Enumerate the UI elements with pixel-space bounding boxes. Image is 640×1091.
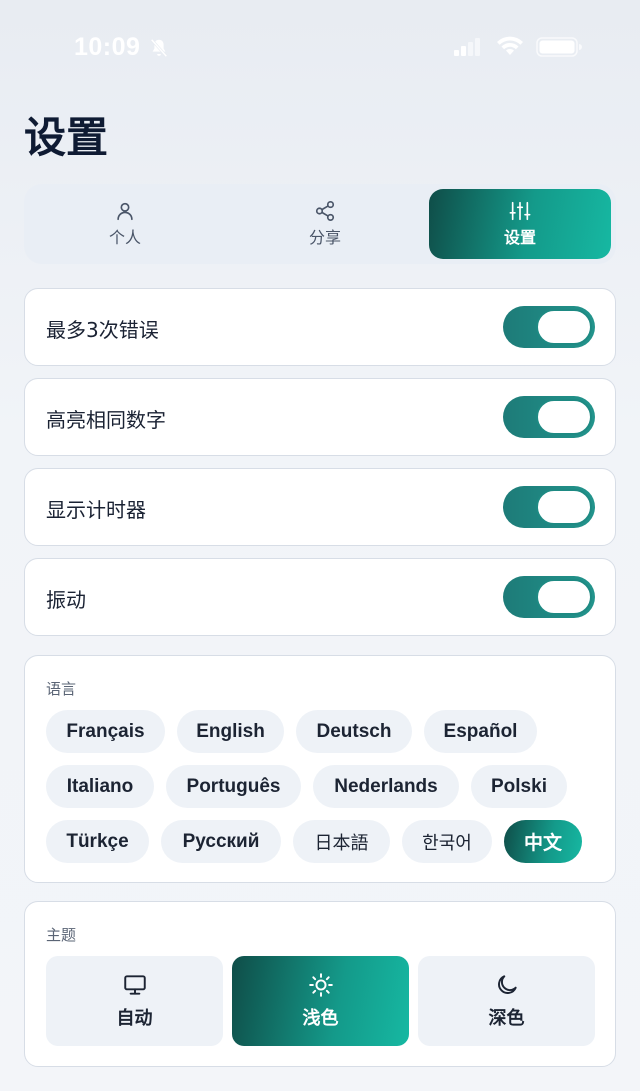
status-time: 10:09 xyxy=(74,33,141,61)
settings-tab-bar: 个人 分享 设置 xyxy=(24,184,616,264)
show-timer-toggle[interactable] xyxy=(503,486,595,528)
language-chip-es[interactable]: Español xyxy=(424,710,537,753)
tab-share[interactable]: 分享 xyxy=(234,189,416,259)
sliders-icon xyxy=(509,201,531,221)
language-chip-it[interactable]: Italiano xyxy=(46,765,154,808)
user-icon xyxy=(117,202,133,221)
theme-label: 深色 xyxy=(488,1008,525,1029)
setting-label: 高亮相同数字 xyxy=(46,408,166,432)
theme-auto-button[interactable]: 自动 xyxy=(46,956,223,1046)
language-chip-tr[interactable]: Türkçe xyxy=(46,820,149,863)
max-mistakes-toggle[interactable] xyxy=(503,306,595,348)
language-chip-pt[interactable]: Português xyxy=(166,765,301,808)
toggle-knob xyxy=(536,489,592,525)
theme-light-button[interactable]: 浅色 xyxy=(232,956,409,1046)
toggle-knob xyxy=(536,579,592,615)
theme-title: 主题 xyxy=(46,926,77,944)
vibration-toggle[interactable] xyxy=(503,576,595,618)
toggle-knob xyxy=(536,309,592,345)
sun-icon xyxy=(308,973,333,997)
status-bar: 10:09 xyxy=(0,0,640,94)
language-card: 语言 Français English Deutsch Español Ital… xyxy=(24,655,616,883)
tab-label: 个人 xyxy=(108,228,141,247)
setting-row-vibration: 振动 xyxy=(24,558,616,636)
tab-label: 设置 xyxy=(503,228,536,247)
highlight-same-toggle[interactable] xyxy=(503,396,595,438)
theme-label: 自动 xyxy=(116,1008,153,1029)
battery-icon xyxy=(536,37,582,57)
toggle-knob xyxy=(536,399,592,435)
signal-icon xyxy=(454,38,480,56)
language-chip-ru[interactable]: Русский xyxy=(161,820,281,863)
language-chip-fr[interactable]: Français xyxy=(46,710,165,753)
language-chip-ko[interactable]: 한국어 xyxy=(402,820,492,863)
language-chip-en[interactable]: English xyxy=(177,710,284,753)
setting-row-highlight-same: 高亮相同数字 xyxy=(24,378,616,456)
share-icon xyxy=(315,201,335,221)
monitor-icon xyxy=(123,975,146,995)
language-chip-nl[interactable]: Nederlands xyxy=(313,765,459,808)
moon-icon xyxy=(497,975,517,994)
tab-label: 分享 xyxy=(308,228,341,247)
tab-profile[interactable]: 个人 xyxy=(34,189,216,259)
language-chip-de[interactable]: Deutsch xyxy=(296,710,412,753)
theme-dark-button[interactable]: 深色 xyxy=(418,956,595,1046)
language-chip-zh[interactable]: 中文 xyxy=(504,820,582,863)
language-title: 语言 xyxy=(46,680,77,698)
setting-label: 振动 xyxy=(46,588,86,612)
tab-settings[interactable]: 设置 xyxy=(429,189,611,259)
theme-label: 浅色 xyxy=(302,1008,339,1029)
setting-row-max-mistakes: 最多3次错误 xyxy=(24,288,616,366)
theme-card: 主题 自动 浅色 深色 xyxy=(24,901,616,1067)
setting-label: 显示计时器 xyxy=(46,498,146,522)
setting-label: 最多3次错误 xyxy=(46,318,159,342)
setting-row-show-timer: 显示计时器 xyxy=(24,468,616,546)
language-chip-ja[interactable]: 日本語 xyxy=(293,820,390,863)
language-chip-pl[interactable]: Polski xyxy=(471,765,567,808)
page-title: 设置 xyxy=(24,113,109,162)
wifi-icon xyxy=(497,36,523,55)
bell-muted-icon xyxy=(150,38,168,58)
